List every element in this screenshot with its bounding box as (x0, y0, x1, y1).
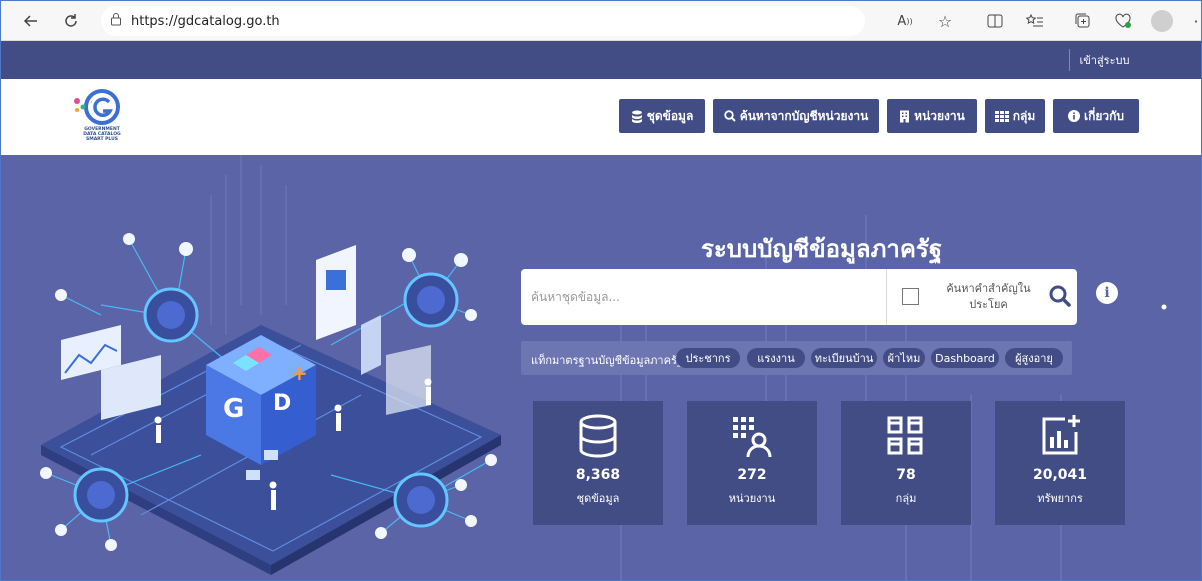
stat-datasets-label: ชุดข้อมูล (576, 492, 620, 505)
svg-text:G: G (223, 394, 244, 424)
stat-card-datasets[interactable]: 8,368 ชุดข้อมูล (533, 401, 663, 525)
stat-card-agencies[interactable]: 272 หน่วยงาน (687, 401, 817, 525)
search-box: ค้นหาคำสำคัญในประโยค (521, 269, 1077, 325)
stat-agencies-label: หน่วยงาน (728, 492, 776, 505)
search-icon (1049, 285, 1071, 307)
dataset-search-input[interactable] (521, 269, 886, 325)
more-menu-icon[interactable]: · (1189, 9, 1201, 33)
chart-resource-icon (1042, 415, 1080, 455)
tag-dashboard[interactable]: Dashboard (931, 348, 999, 368)
building-icon (900, 110, 910, 122)
back-arrow-icon[interactable] (19, 9, 43, 33)
nav-groups-button[interactable]: กลุ่ม (985, 99, 1045, 133)
favorites-list-icon[interactable] (1023, 9, 1047, 33)
logo-g-icon (91, 97, 113, 117)
profile-avatar[interactable] (1151, 10, 1173, 32)
standard-tags-bar: แท็กมาตรฐานบัญชีข้อมูลภาครัฐ : ประชากร แ… (521, 341, 1072, 375)
favorite-star-icon[interactable]: ☆ (933, 9, 957, 33)
stat-datasets-value: 8,368 (575, 467, 621, 483)
nav-datasets-label: ชุดข้อมูล (646, 108, 694, 123)
stat-agencies-value: 272 (737, 467, 767, 483)
hero-isometric-illustration: G D + (40, 155, 501, 575)
tag-elderly[interactable]: ผู้สูงอายุ (1005, 348, 1063, 368)
tag-population[interactable]: ประชากร (676, 348, 740, 368)
group-icon (887, 416, 923, 455)
stat-resources-value: 20,041 (1032, 467, 1088, 483)
collections-icon[interactable] (1071, 9, 1095, 33)
organization-icon (733, 417, 772, 458)
info-icon (1067, 110, 1080, 122)
nav-search-agency-button[interactable]: ค้นหาจากบัญชีหน่วยงาน (713, 99, 879, 133)
site-header: GOVERNMENT DATA CATALOG SMART PLUS ชุดข้… (1, 79, 1201, 155)
keyword-in-sentence-label: ค้นหาคำสำคัญในประโยค (946, 282, 1031, 311)
nav-agencies-button[interactable]: หน่วยงาน (887, 99, 977, 133)
hero-section: G D + ระบบบัญชีข้อมูลภาครัฐ ค้นหาชุดข้อม… (1, 155, 1201, 580)
refresh-icon[interactable] (59, 9, 83, 33)
search-submit-button[interactable] (1048, 284, 1074, 310)
hero-title: ระบบบัญชีข้อมูลภาครัฐ (701, 235, 943, 263)
tag-silk[interactable]: ผ้าไหม (883, 348, 925, 368)
stat-groups-label: กลุ่ม (895, 492, 917, 505)
nav-search-agency-label: ค้นหาจากบัญชีหน่วยงาน (739, 108, 869, 123)
browser-toolbar: https://gdcatalog.go.th A)) ☆ · (1, 1, 1201, 41)
logo-dots-icon (74, 98, 86, 112)
lock-icon (101, 12, 131, 30)
keyword-in-sentence-checkbox[interactable] (902, 288, 919, 305)
search-divider (886, 269, 887, 325)
tag-house-registration[interactable]: ทะเบียนบ้าน (811, 348, 877, 368)
nav-about-label: เกี่ยวกับ (1083, 108, 1125, 123)
browser-window: https://gdcatalog.go.th A)) ☆ · เข้าสู่ร… (0, 0, 1202, 581)
nav-datasets-button[interactable]: ชุดข้อมูล (619, 99, 705, 133)
search-icon (724, 110, 736, 122)
split-screen-icon[interactable] (983, 9, 1007, 33)
grid-icon (994, 110, 1009, 122)
stat-card-groups[interactable]: 78 กลุ่ม (841, 401, 971, 525)
nav-groups-label: กลุ่ม (1012, 108, 1036, 123)
browser-health-icon[interactable] (1111, 9, 1135, 33)
nav-about-button[interactable]: เกี่ยวกับ (1053, 99, 1139, 133)
svg-text:D: D (273, 391, 291, 416)
svg-text:+: + (291, 361, 308, 385)
database-icon (631, 110, 642, 123)
top-login-strip: เข้าสู่ระบบ (1, 41, 1201, 79)
logo-line-3: SMART PLUS (85, 137, 118, 142)
stat-card-resources[interactable]: 20,041 ทรัพยากร (995, 401, 1125, 525)
search-help-info-icon[interactable]: i (1096, 282, 1118, 304)
url-text: https://gdcatalog.go.th (131, 13, 280, 29)
logo-text: GOVERNMENT DATA CATALOG SMART PLUS (77, 127, 127, 142)
gd-catalog-logo[interactable]: GOVERNMENT DATA CATALOG SMART PLUS (74, 89, 123, 149)
address-bar[interactable]: https://gdcatalog.go.th (101, 6, 865, 36)
database-icon (579, 414, 617, 458)
tag-labor[interactable]: แรงงาน (747, 348, 805, 368)
nav-agencies-label: หน่วยงาน (914, 108, 965, 123)
read-aloud-icon[interactable]: A)) (893, 9, 917, 33)
tags-label: แท็กมาตรฐานบัญชีข้อมูลภาครัฐ : (531, 354, 691, 367)
stat-resources-label: ทรัพยากร (1037, 492, 1083, 505)
stat-groups-value: 78 (896, 467, 916, 483)
login-link[interactable]: เข้าสู่ระบบ (1069, 49, 1139, 71)
